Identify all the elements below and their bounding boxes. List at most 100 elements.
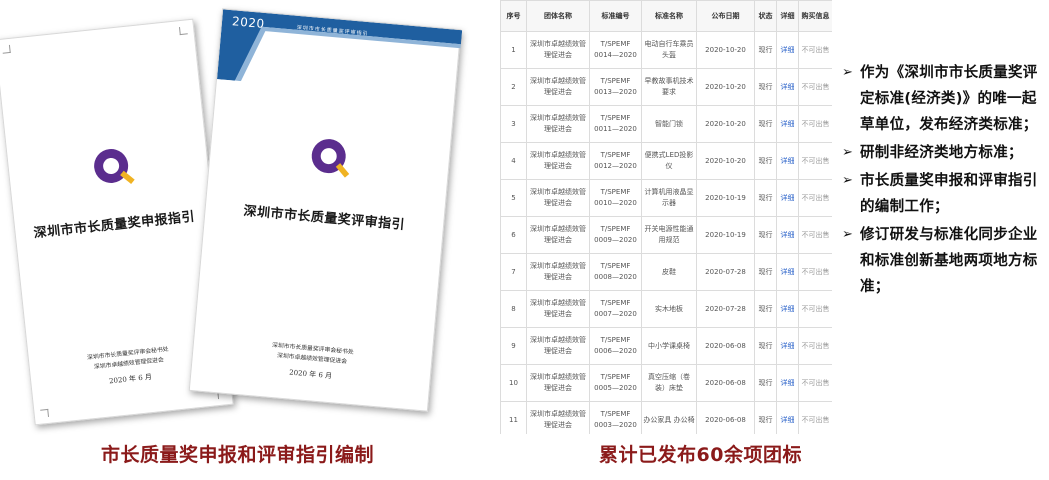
header-status: 状态 [754, 0, 777, 32]
detail-link[interactable]: 详细 [776, 105, 799, 143]
cell-organization: 深圳市卓越绩效管理促进会 [526, 31, 590, 69]
detail-link[interactable]: 详细 [776, 179, 799, 217]
cell-standard-code: T/SPEMF 0011—2020 [589, 105, 642, 143]
cell-standard-code: T/SPEMF 0014—2020 [589, 31, 642, 69]
cell-purchase-info: 不可出售 [798, 68, 832, 106]
cell-purchase-info: 不可出售 [798, 179, 832, 217]
detail-link[interactable]: 详细 [776, 68, 799, 106]
detail-link[interactable]: 详细 [776, 327, 799, 365]
cell-status: 现行 [754, 290, 777, 328]
cell-publish-date: 2020-07-28 [696, 290, 755, 328]
header-standard-code: 标准编号 [589, 0, 642, 32]
detail-link[interactable]: 详细 [776, 216, 799, 254]
header-standard-name: 标准名称 [641, 0, 697, 32]
cell-purchase-info: 不可出售 [798, 401, 832, 434]
triangle-arrow-icon: ➢ [842, 227, 853, 242]
cell-index: 11 [500, 401, 527, 434]
quality-award-logo-icon [311, 139, 350, 178]
cell-purchase-info: 不可出售 [798, 253, 832, 291]
caption-standards-published: 累计已发布60余项团标 [599, 444, 802, 466]
cell-status: 现行 [754, 401, 777, 434]
document-cover-review-guide: 2020 深圳市市长质量奖评审指引 深圳市市长质量奖评审指引 深圳市市长质量奖评… [188, 8, 463, 412]
triangle-arrow-icon: ➢ [842, 65, 853, 80]
cell-standard-name: 早教故事机技术要求 [641, 68, 697, 106]
cell-standard-code: T/SPEMF 0010—2020 [589, 179, 642, 217]
header-organization: 团体名称 [526, 0, 590, 32]
cell-status: 现行 [754, 105, 777, 143]
table-row: 9 深圳市卓越绩效管理促进会 T/SPEMF 0006—2020 中小学课桌椅 2020… [500, 327, 832, 365]
cell-index: 9 [500, 327, 527, 365]
cell-standard-name: 便携式LED投影仪 [641, 142, 697, 180]
cell-organization: 深圳市卓越绩效管理促进会 [526, 327, 590, 365]
standards-table: 序号 团体名称 标准编号 标准名称 公布日期 状态 详细 购买信息 1 深圳市卓越… [500, 0, 832, 434]
cell-standard-name: 开关电源性能通用规范 [641, 216, 697, 254]
cell-index: 4 [500, 142, 527, 180]
table-row: 6 深圳市卓越绩效管理促进会 T/SPEMF 0009—2020 开关电源性能通用规范… [500, 216, 832, 254]
cell-status: 现行 [754, 142, 777, 180]
detail-link[interactable]: 详细 [776, 31, 799, 69]
cell-publish-date: 2020-10-20 [696, 142, 755, 180]
crop-mark [1, 44, 11, 54]
list-item: ➢ 研制非经济类地方标准； [842, 140, 1042, 166]
triangle-arrow-icon: ➢ [842, 173, 853, 188]
bullet-text: 作为《深圳市市长质量奖评定标准(经济类)》的唯一起草单位，发布经济类标准； [860, 65, 1038, 133]
detail-link[interactable]: 详细 [776, 401, 799, 434]
cell-standard-code: T/SPEMF 0013—2020 [589, 68, 642, 106]
cell-publish-date: 2020-10-20 [696, 68, 755, 106]
cell-purchase-info: 不可出售 [798, 142, 832, 180]
detail-link[interactable]: 详细 [776, 253, 799, 291]
cell-standard-name: 电动自行车乘员头盔 [641, 31, 697, 69]
cell-organization: 深圳市卓越绩效管理促进会 [526, 105, 590, 143]
crop-mark [178, 26, 188, 36]
cell-standard-name: 智能门锁 [641, 105, 697, 143]
header-detail: 详细 [776, 0, 799, 32]
detail-link[interactable]: 详细 [776, 142, 799, 180]
caption-guide-compilation: 市长质量奖申报和评审指引编制 [101, 444, 375, 466]
quality-award-logo-icon [94, 148, 135, 185]
cell-status: 现行 [754, 364, 777, 402]
document-title: 深圳市市长质量奖评审指引 [242, 203, 406, 233]
banner-year: 2020 [231, 14, 266, 31]
cell-standard-code: T/SPEMF 0007—2020 [589, 290, 642, 328]
detail-link[interactable]: 详细 [776, 290, 799, 328]
cell-index: 1 [500, 31, 527, 69]
list-item: ➢ 修订研发与标准化同步企业和标准创新基地两项地方标准； [842, 222, 1042, 300]
cell-publish-date: 2020-10-20 [696, 105, 755, 143]
table-row: 8 深圳市卓越绩效管理促进会 T/SPEMF 0007—2020 实木地板 2020-0… [500, 290, 832, 328]
detail-link[interactable]: 详细 [776, 364, 799, 402]
cell-status: 现行 [754, 179, 777, 217]
cell-status: 现行 [754, 216, 777, 254]
cell-organization: 深圳市卓越绩效管理促进会 [526, 401, 590, 434]
crop-mark [40, 408, 50, 418]
cell-status: 现行 [754, 253, 777, 291]
cell-organization: 深圳市卓越绩效管理促进会 [526, 142, 590, 180]
list-item: ➢ 市长质量奖申报和评审指引的编制工作； [842, 168, 1042, 220]
triangle-arrow-icon: ➢ [842, 145, 853, 160]
cell-standard-code: T/SPEMF 0008—2020 [589, 253, 642, 291]
cell-index: 8 [500, 290, 527, 328]
cell-purchase-info: 不可出售 [798, 216, 832, 254]
cell-publish-date: 2020-06-08 [696, 364, 755, 402]
cell-status: 现行 [754, 68, 777, 106]
bullet-text: 市长质量奖申报和评审指引的编制工作； [860, 173, 1038, 215]
cell-purchase-info: 不可出售 [798, 105, 832, 143]
cell-organization: 深圳市卓越绩效管理促进会 [526, 68, 590, 106]
cell-purchase-info: 不可出售 [798, 290, 832, 328]
standards-table-panel: 序号 团体名称 标准编号 标准名称 公布日期 状态 详细 购买信息 1 深圳市卓越… [500, 0, 832, 434]
summary-bullet-list: ➢ 作为《深圳市市长质量奖评定标准(经济类)》的唯一起草单位，发布经济类标准； … [842, 60, 1042, 302]
cell-index: 7 [500, 253, 527, 291]
table-row: 1 深圳市卓越绩效管理促进会 T/SPEMF 0014—2020 电动自行车乘员头盔 2… [500, 31, 832, 69]
cell-standard-name: 计算机用液晶显示器 [641, 179, 697, 217]
cell-index: 10 [500, 364, 527, 402]
cell-purchase-info: 不可出售 [798, 31, 832, 69]
cell-publish-date: 2020-07-28 [696, 253, 755, 291]
cell-organization: 深圳市卓越绩效管理促进会 [526, 179, 590, 217]
cell-organization: 深圳市卓越绩效管理促进会 [526, 253, 590, 291]
table-row: 7 深圳市卓越绩效管理促进会 T/SPEMF 0008—2020 皮鞋 2020-07-… [500, 253, 832, 291]
cell-standard-name: 办公家具 办公椅 [641, 401, 697, 434]
cell-index: 3 [500, 105, 527, 143]
cell-standard-code: T/SPEMF 0009—2020 [589, 216, 642, 254]
cell-organization: 深圳市卓越绩效管理促进会 [526, 290, 590, 328]
cell-publish-date: 2020-10-20 [696, 31, 755, 69]
table-row: 5 深圳市卓越绩效管理促进会 T/SPEMF 0010—2020 计算机用液晶显示器 2… [500, 179, 832, 217]
